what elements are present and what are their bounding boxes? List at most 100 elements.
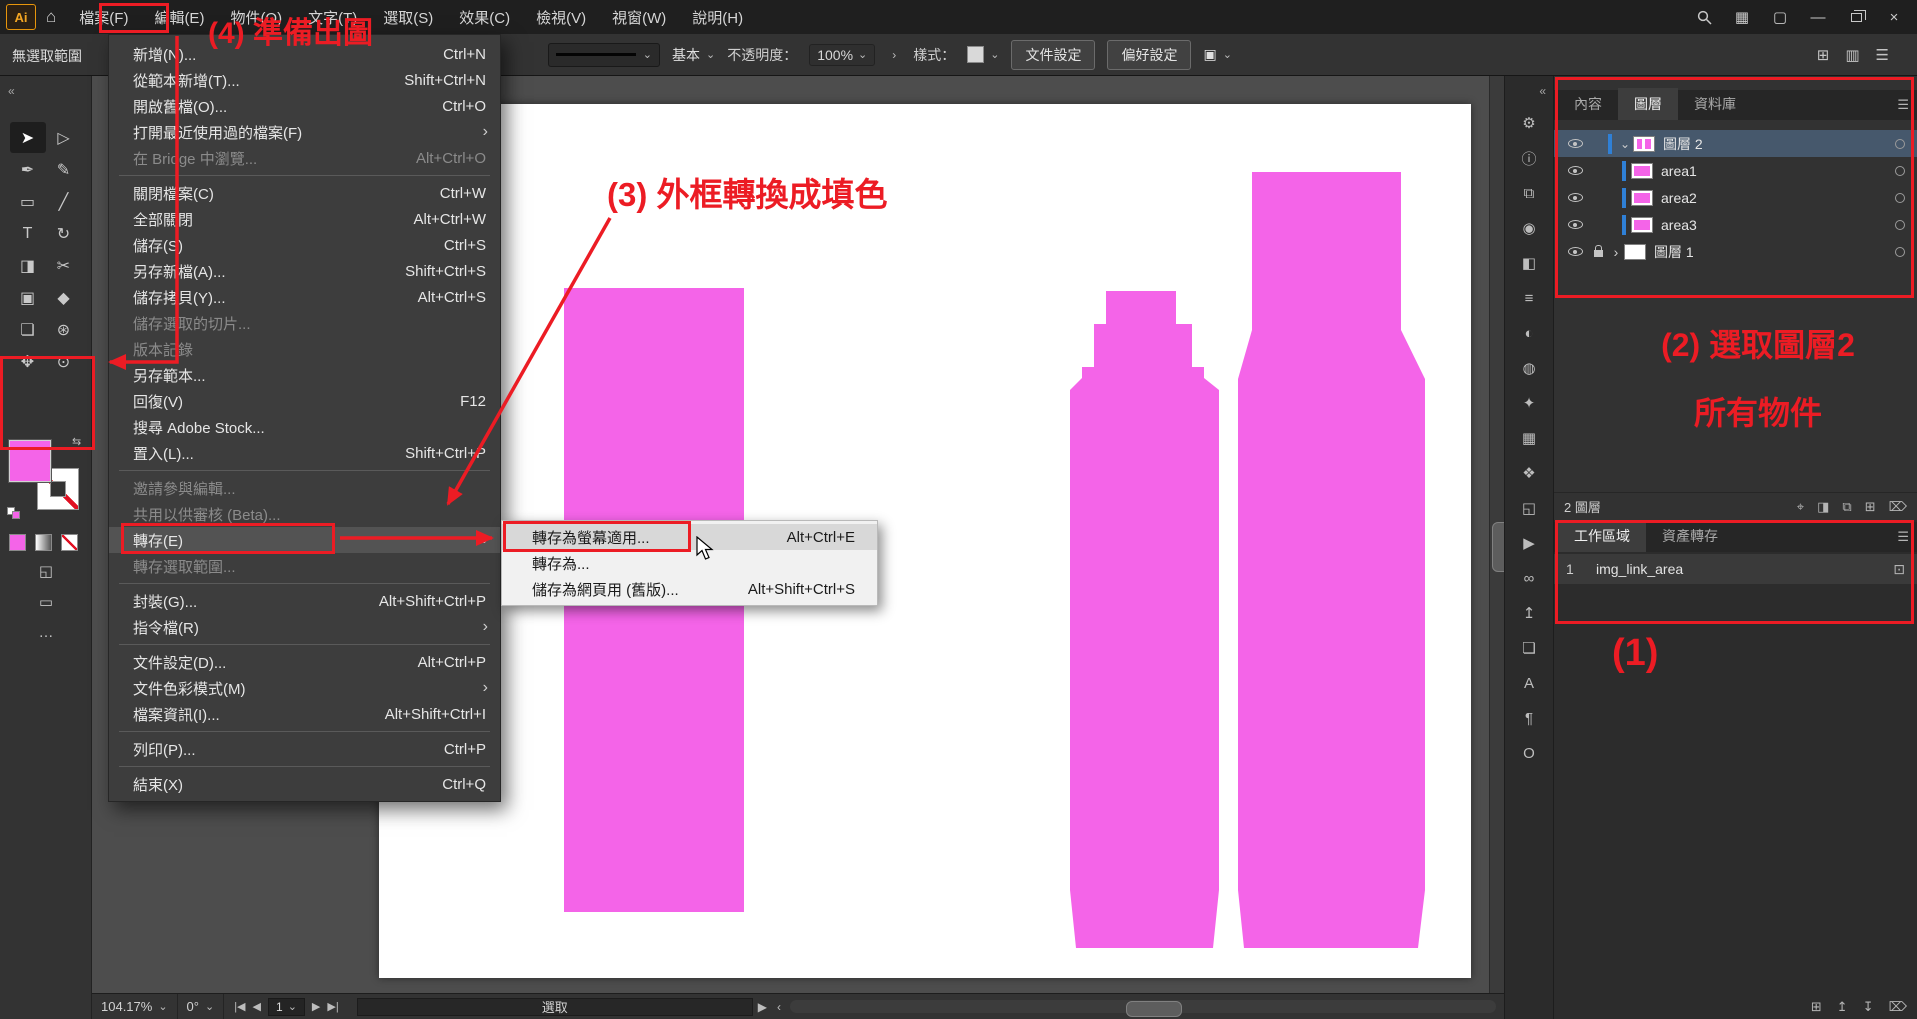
search-icon[interactable] — [1695, 10, 1713, 25]
drawing-modes-icon[interactable]: ◱ — [39, 562, 53, 580]
type-tool[interactable]: T — [10, 218, 46, 249]
layer-row-area2[interactable]: area2 — [1554, 184, 1917, 211]
horizontal-scrollbar[interactable] — [790, 1000, 1496, 1013]
align-panel-icon[interactable]: ⊞ — [1817, 46, 1830, 64]
menu-item-document-setup[interactable]: 文件設定(D)...Alt+Ctrl+P — [109, 649, 500, 675]
app-logo-icon[interactable]: Ai — [6, 4, 36, 30]
target-circle-icon[interactable] — [1895, 139, 1905, 149]
menubar-item[interactable]: 檢視(V) — [523, 0, 599, 34]
rectangle-tool[interactable]: ▭ — [10, 186, 46, 217]
new-layer-icon[interactable]: ⊞ — [1865, 499, 1876, 515]
expand-caret-icon[interactable] — [1608, 244, 1624, 260]
submenu-item-export-for-screens[interactable]: 轉存為螢幕適用...Alt+Ctrl+E — [502, 524, 877, 550]
scroll-left-icon[interactable]: ‹ — [777, 1000, 781, 1014]
eye-icon[interactable] — [1568, 220, 1583, 229]
menu-item-new-from-template[interactable]: 從範本新增(T)...Shift+Ctrl+N — [109, 67, 500, 93]
menu-item-export[interactable]: 轉存(E) — [109, 527, 500, 553]
none-button[interactable] — [61, 534, 78, 551]
transform-icon[interactable]: ⧉ — [1514, 182, 1544, 204]
paragraph-icon[interactable]: ¶ — [1514, 707, 1544, 729]
opacity-flyout-icon[interactable]: › — [892, 48, 896, 62]
menu-item-save-a-copy[interactable]: 儲存拷貝(Y)...Alt+Ctrl+S — [109, 284, 500, 310]
links-icon[interactable]: ∞ — [1514, 567, 1544, 589]
status-flyout-icon[interactable]: ▶ — [758, 1000, 767, 1014]
tab-asset-export[interactable]: 資產轉存 — [1646, 520, 1734, 552]
color-icon[interactable]: ◉ — [1514, 217, 1544, 239]
layer-row-layer-1[interactable]: 圖層 1 — [1554, 238, 1917, 265]
menubar-item[interactable]: 效果(C) — [446, 0, 523, 34]
menubar-item[interactable]: 檔案(F) — [66, 0, 141, 34]
line-segment-tool[interactable]: ╱ — [46, 186, 82, 217]
shape-builder-tool[interactable]: ▣ — [10, 282, 46, 313]
edit-toolbar-icon[interactable]: … — [39, 624, 54, 641]
submenu-item-save-for-web-legacy[interactable]: 儲存為網頁用 (舊版)...Alt+Shift+Ctrl+S — [502, 576, 877, 602]
layer-row-area3[interactable]: area3 — [1554, 211, 1917, 238]
screen-mode-icon[interactable]: ▭ — [39, 593, 53, 611]
artboard-row[interactable]: 1 img_link_area ⊡ — [1554, 554, 1917, 584]
preferences-button[interactable]: 偏好設定 — [1107, 40, 1191, 70]
menu-item-new[interactable]: 新增(N)...Ctrl+N — [109, 41, 500, 67]
direct-selection-tool[interactable]: ▷ — [46, 122, 82, 153]
color-button[interactable] — [9, 534, 26, 551]
layer-thumbnail[interactable] — [1624, 244, 1646, 260]
expand-caret-icon[interactable] — [1617, 137, 1633, 151]
tab-libraries[interactable]: 資料庫 — [1678, 88, 1752, 120]
rotate-tool[interactable]: ↻ — [46, 218, 82, 249]
menubar-item[interactable]: 文字(T) — [295, 0, 370, 34]
layer-thumbnail[interactable] — [1631, 163, 1653, 179]
gradient-icon[interactable]: ◧ — [1514, 252, 1544, 274]
stroke-icon[interactable]: ≡ — [1514, 287, 1544, 309]
layer-name[interactable]: 圖層 2 — [1663, 134, 1703, 154]
eye-icon[interactable] — [1568, 166, 1583, 175]
minimize-button[interactable]: — — [1809, 9, 1827, 26]
menu-item-close-all[interactable]: 全部關閉Alt+Ctrl+W — [109, 206, 500, 232]
menu-item-place[interactable]: 置入(L)...Shift+Ctrl+P — [109, 440, 500, 466]
info-icon[interactable]: ⓘ — [1514, 147, 1544, 169]
delete-item-icon[interactable]: ⌦ — [1889, 999, 1907, 1015]
panel-menu-icon[interactable]: ☰ — [1897, 97, 1909, 113]
layer-name[interactable]: area3 — [1661, 217, 1697, 233]
collapse-toolbar-icon[interactable]: « — [8, 84, 15, 98]
artboards-icon[interactable]: ❏ — [1514, 637, 1544, 659]
horizontal-scrollbar-thumb[interactable] — [1126, 1001, 1182, 1017]
arrange-documents-icon[interactable]: ▢ — [1771, 8, 1789, 26]
actions-icon[interactable]: ▶ — [1514, 532, 1544, 554]
style-dropdown[interactable]: ⌄ — [967, 46, 999, 63]
panel-menu-icon[interactable]: ☰ — [1897, 529, 1909, 545]
menubar-item[interactable]: 視窗(W) — [599, 0, 679, 34]
menu-item-revert[interactable]: 回復(V)F12 — [109, 388, 500, 414]
menu-item-open-recent[interactable]: 打開最近使用過的檔案(F) — [109, 119, 500, 145]
artwork-bottle-large[interactable] — [1238, 172, 1425, 948]
symbol-sprayer-tool[interactable]: ⊛ — [46, 314, 82, 345]
opacity-dropdown[interactable]: 100%⌄ — [809, 44, 875, 66]
menu-item-save-as-template[interactable]: 另存範本... — [109, 362, 500, 388]
artboard-tool[interactable]: ❏ — [10, 314, 46, 345]
menubar-item[interactable]: 說明(H) — [679, 0, 756, 34]
menu-item-close[interactable]: 關閉檔案(C)Ctrl+W — [109, 180, 500, 206]
lock-icon[interactable] — [1594, 250, 1603, 257]
menu-item-open[interactable]: 開啟舊檔(O)...Ctrl+O — [109, 93, 500, 119]
layer-name[interactable]: area2 — [1661, 190, 1697, 206]
first-artboard-icon[interactable]: |◀ — [234, 1000, 245, 1013]
asset-export-icon[interactable]: ↥ — [1514, 602, 1544, 624]
menubar-item[interactable]: 編輯(E) — [141, 0, 217, 34]
artboard-number-dropdown[interactable]: 1⌄ — [268, 998, 305, 1016]
swap-fill-stroke-icon[interactable]: ⇆ — [72, 435, 81, 448]
zoom-dropdown[interactable]: 104.17%⌄ — [92, 994, 178, 1019]
layer-row-layer-2[interactable]: 圖層 2 — [1554, 130, 1917, 157]
menu-item-scripts[interactable]: 指令檔(R) — [109, 614, 500, 640]
menu-item-print[interactable]: 列印(P)...Ctrl+P — [109, 736, 500, 762]
locate-object-icon[interactable]: ⌖ — [1797, 499, 1804, 515]
submenu-item-export-as[interactable]: 轉存為... — [502, 550, 877, 576]
move-down-icon[interactable]: ↧ — [1863, 999, 1874, 1015]
target-circle-icon[interactable] — [1895, 220, 1905, 230]
document-setup-button[interactable]: 文件設定 — [1011, 40, 1095, 70]
next-artboard-icon[interactable]: ▶ — [312, 1000, 320, 1013]
pathfinder-icon[interactable]: ◱ — [1514, 497, 1544, 519]
hand-tool[interactable]: ✥ — [10, 346, 46, 377]
artwork-bottle-small[interactable] — [1070, 291, 1219, 948]
stroke-width-dropdown[interactable]: ⌄ — [548, 43, 660, 67]
move-up-icon[interactable]: ↥ — [1837, 999, 1848, 1015]
eyedropper-tool[interactable]: ◆ — [46, 282, 82, 313]
layer-name[interactable]: area1 — [1661, 163, 1697, 179]
